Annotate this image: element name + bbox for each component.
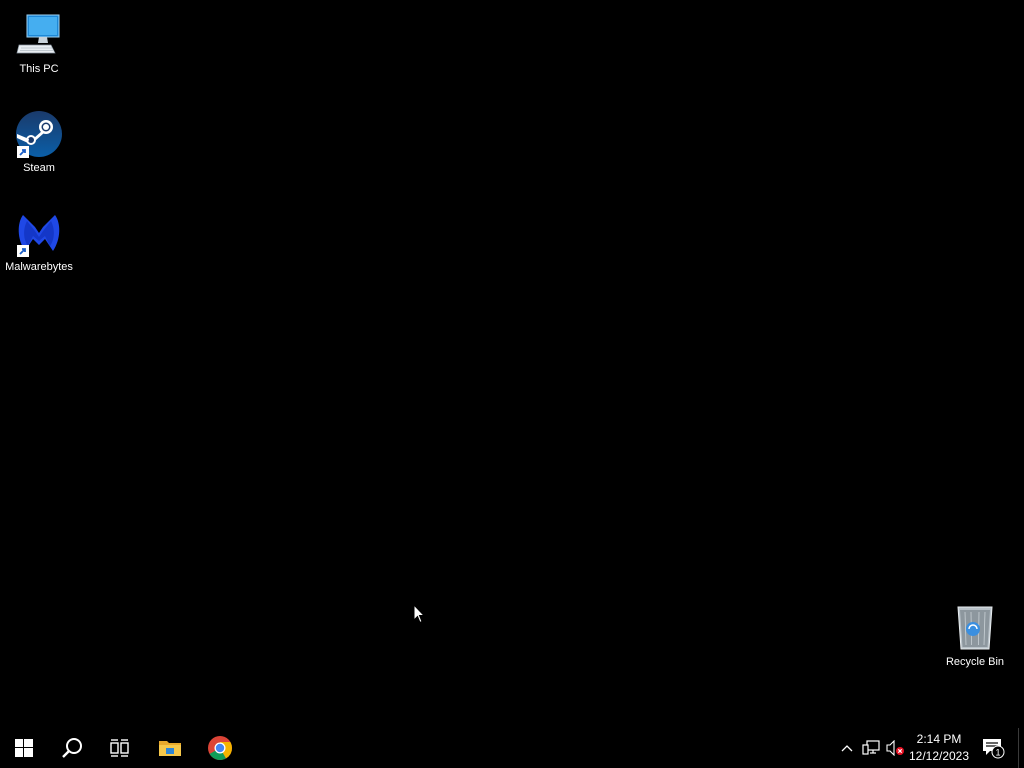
desktop-icon-malwarebytes[interactable]: Malwarebytes [1,203,77,293]
clock-time: 2:14 PM [916,732,962,746]
search-icon [62,738,82,758]
shortcut-arrow-icon [17,245,29,257]
desktop-icon-this-pc[interactable]: This PC [1,5,77,95]
start-button[interactable] [0,728,48,768]
windows-start-icon [15,739,33,757]
file-explorer-icon [159,741,181,756]
recycle-bin-icon [951,604,999,652]
task-view-icon [110,739,129,757]
desktop-icon-recycle-bin[interactable]: Recycle Bin [937,598,1013,688]
malwarebytes-icon [15,209,63,257]
taskbar: 2:14 PM 12/12/2023 1 [0,728,1024,768]
desktop-icon-label: This PC [19,63,59,75]
shortcut-arrow-icon [17,146,29,158]
this-pc-icon [15,11,63,59]
file-explorer-button[interactable] [146,728,194,768]
chevron-up-icon [841,745,853,752]
notification-count: 1 [995,748,1000,758]
show-desktop-button[interactable] [1018,728,1024,768]
volume-muted-icon [886,740,904,756]
desktop-icon-label: Malwarebytes [5,261,73,273]
notification-icon: 1 [983,739,1005,759]
chrome-button[interactable] [196,728,244,768]
action-center-button[interactable]: 1 [978,728,1008,768]
desktop[interactable]: This PC Steam Malwarebytes Recycle Bin [0,0,1024,728]
task-view-button[interactable] [96,728,144,768]
desktop-icon-steam[interactable]: Steam [1,104,77,194]
clock[interactable]: 2:14 PM 12/12/2023 [906,728,972,768]
mouse-cursor-icon [413,604,425,624]
steam-icon [15,110,63,158]
desktop-icon-label: Steam [23,162,55,174]
desktop-icon-label: Recycle Bin [945,656,1005,668]
chrome-icon [208,736,232,761]
network-button[interactable] [860,728,882,768]
clock-date: 12/12/2023 [908,749,970,763]
search-button[interactable] [48,728,96,768]
network-icon [862,740,880,755]
show-hidden-icons-button[interactable] [836,728,858,768]
volume-button[interactable] [884,728,906,768]
